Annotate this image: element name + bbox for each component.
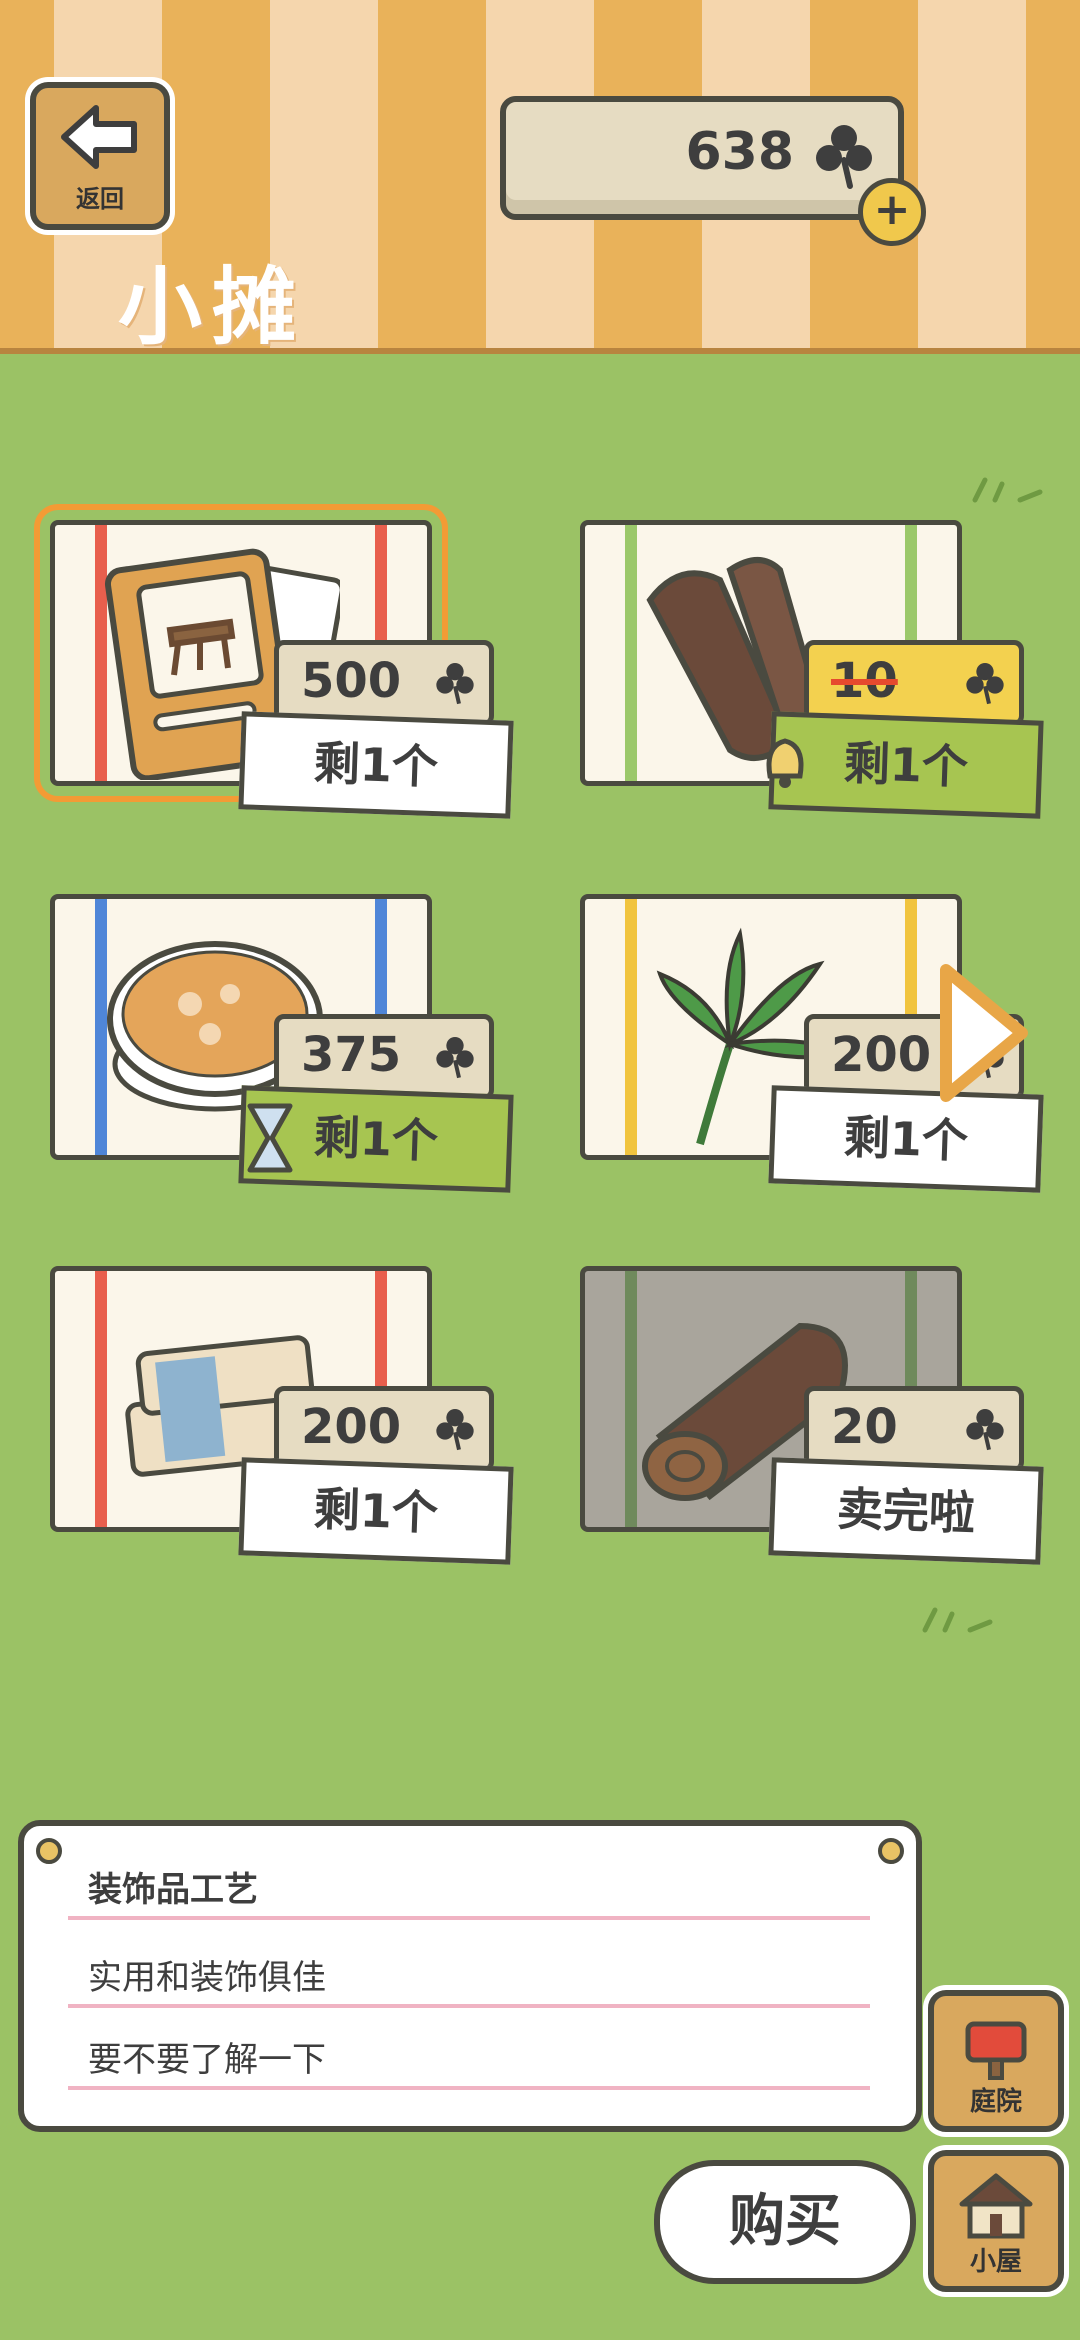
house-button[interactable]: 小屋 — [928, 2150, 1064, 2292]
bell-icon — [766, 738, 804, 788]
yard-label: 庭院 — [969, 2087, 1022, 2117]
back-arrow-icon — [61, 105, 137, 169]
stock-label: 卖完啦 — [836, 1481, 976, 1541]
shop-item[interactable]: 500 剩1个 — [30, 504, 514, 850]
message-line: 要不要了解一下 — [68, 2006, 870, 2090]
plus-icon: + — [873, 184, 911, 235]
header: 返回 小摊 638 + — [0, 0, 1080, 356]
stock-label: 剩1个 — [313, 1481, 439, 1541]
stock-tag: 卖完啦 — [768, 1457, 1044, 1565]
back-label: 返回 — [76, 185, 124, 213]
buy-button[interactable]: 购买 — [654, 2160, 916, 2284]
house-icon — [959, 2173, 1033, 2239]
item-price: 200 — [301, 1399, 402, 1455]
next-page-arrow-icon[interactable] — [936, 962, 1032, 1104]
item-price: 20 — [831, 1399, 898, 1455]
add-clover-button[interactable]: + — [858, 178, 926, 246]
item-price: 500 — [301, 653, 402, 709]
message-line: 实用和装饰俱佳 — [68, 1924, 870, 2008]
clover-count: 638 — [685, 122, 794, 182]
clover-icon — [816, 125, 872, 189]
pin-icon — [36, 1838, 62, 1864]
message-text: 实用和装饰俱佳 — [88, 1958, 326, 1998]
message-text: 要不要了解一下 — [88, 2040, 326, 2080]
clover-icon — [966, 1409, 1004, 1451]
clover-icon — [436, 1409, 474, 1451]
shop-item[interactable]: 200 剩1个 — [30, 1266, 514, 1596]
clover-icon — [966, 663, 1004, 705]
grass-decoration — [972, 477, 1043, 503]
pin-icon — [878, 1838, 904, 1864]
stock-tag: 剩1个 — [238, 1457, 514, 1565]
yard-button[interactable]: 庭院 — [928, 1990, 1064, 2132]
message-board: 装饰品工艺 实用和装饰俱佳 要不要了解一下 — [18, 1820, 922, 2132]
back-button[interactable]: 返回 — [30, 82, 170, 230]
item-price: 10 — [831, 653, 898, 709]
item-price: 375 — [301, 1027, 402, 1083]
message-title: 装饰品工艺 — [88, 1870, 258, 1910]
stock-tag: 剩1个 — [238, 711, 514, 819]
clover-icon — [436, 1037, 474, 1079]
message-line: 装饰品工艺 — [68, 1836, 870, 1920]
grass-decoration — [922, 1607, 993, 1633]
shop-item[interactable]: 10 剩1个 — [560, 520, 1044, 850]
mailbox-icon — [965, 2021, 1027, 2080]
hourglass-icon — [247, 1103, 293, 1173]
house-label: 小屋 — [969, 2247, 1022, 2277]
stock-label: 剩1个 — [313, 735, 439, 795]
stock-label: 剩1个 — [843, 1109, 969, 1169]
clover-balance: 638 — [500, 96, 904, 220]
clover-icon — [436, 663, 474, 705]
shop-item[interactable]: 20 卖完啦 — [560, 1266, 1044, 1596]
page-title: 小摊 — [118, 258, 307, 356]
item-price: 200 — [831, 1027, 932, 1083]
shop-item[interactable]: 375 剩1个 — [30, 894, 514, 1224]
